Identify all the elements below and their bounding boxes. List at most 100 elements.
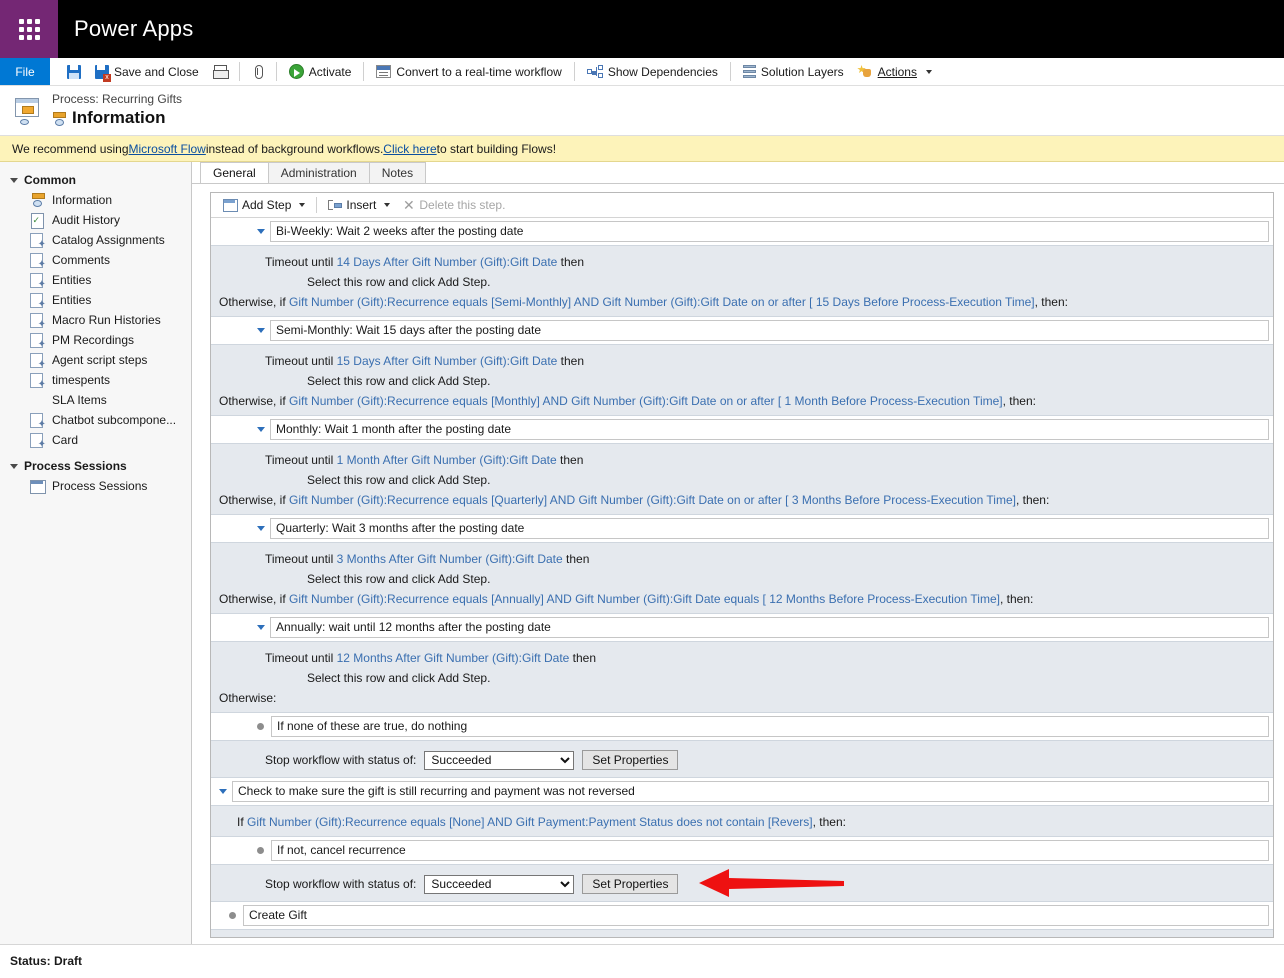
step-bi-weekly[interactable]: Bi-Weekly: Wait 2 weeks after the postin… <box>211 218 1273 245</box>
timeout-condition[interactable]: 1 Month After Gift Number (Gift):Gift Da… <box>337 453 557 467</box>
expand-caret-icon[interactable] <box>257 328 265 333</box>
stop-workflow-label: Stop workflow with status of: <box>265 877 417 891</box>
sidebar-item-macro-run-histories[interactable]: Macro Run Histories <box>0 310 191 330</box>
timeout-condition[interactable]: 14 Days After Gift Number (Gift):Gift Da… <box>337 255 558 269</box>
step-label[interactable]: Semi-Monthly: Wait 15 days after the pos… <box>270 320 1269 341</box>
timeout-suffix: then <box>557 255 585 269</box>
timeout-condition[interactable]: 3 Months After Gift Number (Gift):Gift D… <box>337 552 563 566</box>
sidebar-item-comments[interactable]: Comments <box>0 250 191 270</box>
nav-group-process-sessions-label: Process Sessions <box>24 459 127 473</box>
sidebar-item-chatbot-subcomponents[interactable]: Chatbot subcompone... <box>0 410 191 430</box>
if-condition[interactable]: Gift Number (Gift):Recurrence equals [No… <box>247 815 813 829</box>
step-label[interactable]: If not, cancel recurrence <box>271 840 1269 861</box>
nav-group-common[interactable]: Common <box>0 170 191 190</box>
tab-administration[interactable]: Administration <box>267 162 370 183</box>
microsoft-flow-link[interactable]: Microsoft Flow <box>129 142 206 156</box>
expand-caret-icon[interactable] <box>257 526 265 531</box>
timeout-prefix: Timeout until <box>265 552 337 566</box>
otherwise-condition[interactable]: Gift Number (Gift):Recurrence equals [Se… <box>289 295 1035 309</box>
collapse-triangle-icon <box>10 178 18 183</box>
otherwise-prefix: Otherwise, if <box>219 493 290 507</box>
toolbar-separator <box>316 197 318 213</box>
step-cancel-recurrence[interactable]: If not, cancel recurrence <box>211 837 1273 864</box>
sidebar-item-entities-2[interactable]: Entities <box>0 290 191 310</box>
click-here-link[interactable]: Click here <box>383 142 436 156</box>
sidebar-item-label: Audit History <box>52 213 121 227</box>
convert-button[interactable]: Convert to a real-time workflow <box>369 63 568 81</box>
add-step-button[interactable]: Add Step <box>217 196 311 214</box>
sidebar-item-label: Agent script steps <box>52 353 148 367</box>
sidebar-item-timespents[interactable]: timespents <box>0 370 191 390</box>
tab-notes[interactable]: Notes <box>368 162 427 183</box>
step-if-none-true[interactable]: If none of these are true, do nothing <box>211 713 1273 740</box>
stop-workflow-status-select[interactable]: Succeeded Canceled <box>424 874 575 894</box>
sidebar-item-card[interactable]: Card <box>0 430 191 450</box>
tab-general[interactable]: General <box>200 162 269 183</box>
audit-icon <box>30 212 45 229</box>
otherwise-condition[interactable]: Gift Number (Gift):Recurrence equals [Mo… <box>289 394 1003 408</box>
sidebar-item-sla-items[interactable]: SLA Items <box>0 390 191 410</box>
notice-text-before: We recommend using <box>12 141 129 156</box>
step-label[interactable]: Bi-Weekly: Wait 2 weeks after the postin… <box>270 221 1269 242</box>
file-menu-tab[interactable]: File <box>0 58 50 85</box>
step-label[interactable]: Create Gift <box>243 905 1269 926</box>
sidebar-item-process-sessions[interactable]: Process Sessions <box>0 476 191 496</box>
expand-caret-icon[interactable] <box>257 229 265 234</box>
step-label[interactable]: If none of these are true, do nothing <box>271 716 1269 737</box>
step-annually[interactable]: Annually: wait until 12 months after the… <box>211 614 1273 641</box>
step-label[interactable]: Monthly: Wait 1 month after the posting … <box>270 419 1269 440</box>
stop-workflow-label: Stop workflow with status of: <box>265 753 417 767</box>
expand-caret-icon[interactable] <box>257 625 265 630</box>
workflow-designer-wrapper: Add Step Insert ✕ Delete this step. Bi-W… <box>192 184 1284 944</box>
workflow-canvas[interactable]: Bi-Weekly: Wait 2 weeks after the postin… <box>211 218 1273 937</box>
set-properties-button[interactable]: Set Properties <box>582 750 679 770</box>
sidebar-item-entities-1[interactable]: Entities <box>0 270 191 290</box>
entity-icon <box>30 372 46 390</box>
step-check-recurring[interactable]: Check to make sure the gift is still rec… <box>211 778 1273 805</box>
sidebar-item-catalog-assignments[interactable]: Catalog Assignments <box>0 230 191 250</box>
record-header: Process: Recurring Gifts Information <box>0 86 1284 136</box>
timeout-condition[interactable]: 12 Months After Gift Number (Gift):Gift … <box>337 651 570 665</box>
delete-step-button[interactable]: ✕ Delete this step. <box>396 196 511 214</box>
insert-button[interactable]: Insert <box>322 196 396 214</box>
step-semi-monthly[interactable]: Semi-Monthly: Wait 15 days after the pos… <box>211 317 1273 344</box>
save-button[interactable] <box>60 63 88 81</box>
step-create-gift[interactable]: Create Gift <box>211 902 1273 929</box>
activate-button[interactable]: Activate <box>282 62 359 81</box>
attach-button[interactable] <box>245 63 271 81</box>
timeout-suffix: then <box>557 354 585 368</box>
app-launcher-button[interactable] <box>0 0 58 58</box>
sidebar-item-information[interactable]: Information <box>0 190 191 210</box>
step-label[interactable]: Quarterly: Wait 3 months after the posti… <box>270 518 1269 539</box>
step-monthly[interactable]: Monthly: Wait 1 month after the posting … <box>211 416 1273 443</box>
chevron-down-icon <box>925 69 932 74</box>
show-dependencies-button[interactable]: Show Dependencies <box>580 63 725 81</box>
layers-icon <box>742 65 756 78</box>
expand-caret-icon[interactable] <box>219 789 227 794</box>
save-and-close-button[interactable]: Save and Close <box>88 63 206 82</box>
timeout-condition[interactable]: 15 Days After Gift Number (Gift):Gift Da… <box>337 354 558 368</box>
sidebar-item-agent-script-steps[interactable]: Agent script steps <box>0 350 191 370</box>
actions-button[interactable]: Actions <box>851 63 939 81</box>
nav-group-process-sessions[interactable]: Process Sessions <box>0 456 191 476</box>
step-label[interactable]: Check to make sure the gift is still rec… <box>232 781 1269 802</box>
sidebar-item-label: Catalog Assignments <box>52 233 165 247</box>
otherwise-prefix: Otherwise, if <box>219 592 290 606</box>
step-label[interactable]: Annually: wait until 12 months after the… <box>270 617 1269 638</box>
process-icon <box>30 192 45 208</box>
print-button[interactable] <box>206 63 234 80</box>
set-properties-button-highlighted[interactable]: Set Properties <box>582 874 679 894</box>
timeout-line: Timeout until 12 Months After Gift Numbe… <box>211 648 1273 668</box>
solution-layers-button[interactable]: Solution Layers <box>736 63 851 81</box>
step-quarterly[interactable]: Quarterly: Wait 3 months after the posti… <box>211 515 1273 542</box>
entity-icon <box>30 252 46 270</box>
save-and-close-icon <box>95 64 111 82</box>
otherwise-condition[interactable]: Gift Number (Gift):Recurrence equals [An… <box>289 592 1000 606</box>
sidebar-item-audit-history[interactable]: Audit History <box>0 210 191 230</box>
expand-caret-icon[interactable] <box>257 427 265 432</box>
sidebar-item-pm-recordings[interactable]: PM Recordings <box>0 330 191 350</box>
stop-workflow-status-select[interactable]: Succeeded Canceled <box>424 750 575 770</box>
close-icon: ✕ <box>403 196 415 213</box>
otherwise-condition[interactable]: Gift Number (Gift):Recurrence equals [Qu… <box>289 493 1016 507</box>
stop-workflow-control-2: Stop workflow with status of: Succeeded … <box>211 864 1273 902</box>
